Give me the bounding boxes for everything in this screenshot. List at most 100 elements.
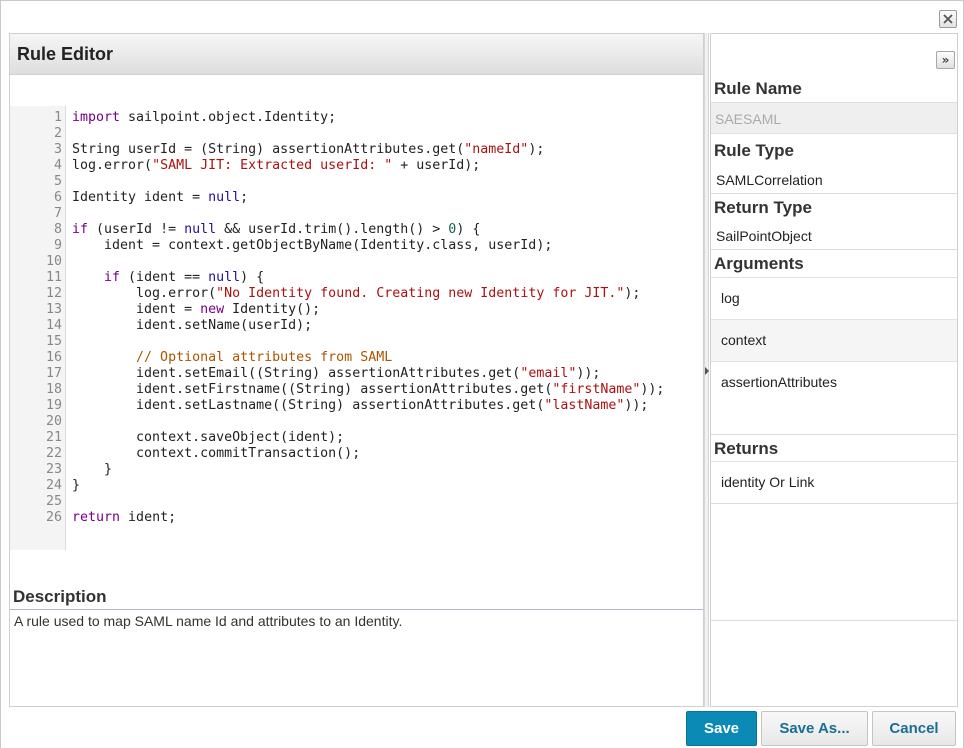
code-line[interactable]: 4 log.error("SAML JIT: Extracted userId: … <box>10 158 700 174</box>
code-line[interactable]: 20 <box>10 414 700 430</box>
code-token: (userId != <box>88 222 185 237</box>
code-line[interactable]: 25 <box>10 494 700 510</box>
rule-name-value: SAESAML <box>715 111 782 127</box>
dialog-footer: Save Save As... Cancel <box>1 707 963 748</box>
list-item: log <box>711 277 957 319</box>
code-token: "email" <box>520 366 577 381</box>
line-number: 20 <box>45 414 62 429</box>
code-line[interactable]: 21 context.saveObject(ident); <box>10 430 700 446</box>
triangle-right-icon[interactable] <box>705 367 709 375</box>
code-token: && userId.trim().length() > <box>216 222 449 237</box>
code-token: Identity(); <box>224 302 321 317</box>
divider <box>711 503 957 504</box>
code-token: } <box>72 478 81 493</box>
code-line[interactable]: 22 context.commitTransaction(); <box>10 446 700 462</box>
line-number: 5 <box>53 174 62 189</box>
line-number: 22 <box>45 446 62 461</box>
argument-name: assertionAttributes <box>721 374 837 390</box>
line-number: 11 <box>45 270 62 285</box>
code-line[interactable]: 7 <box>10 206 700 222</box>
code-token: )); <box>576 366 601 381</box>
line-number: 2 <box>53 126 62 141</box>
code-line[interactable]: 24} <box>10 478 700 494</box>
code-line[interactable]: 1 import sailpoint.object.Identity; <box>10 110 700 126</box>
argument-name: log <box>721 290 740 306</box>
code-text: } <box>72 478 80 494</box>
code-token: } <box>72 462 113 477</box>
code-line[interactable]: 19 ident.setLastname((String) assertionA… <box>10 398 700 414</box>
code-token: (ident == <box>120 270 209 285</box>
code-line[interactable]: 16 // Optional attributes from SAML <box>10 350 700 366</box>
code-line[interactable]: 5 <box>10 174 700 190</box>
code-editor[interactable]: 1 import sailpoint.object.Identity; 2 3 Stri… <box>10 106 703 550</box>
code-token: ident.setName(userId); <box>72 318 313 333</box>
list-item: identity Or Link <box>711 461 957 503</box>
code-token: )); <box>640 382 665 397</box>
line-number: 7 <box>53 206 62 221</box>
line-number: 8 <box>53 222 62 237</box>
rule-type-label: Rule Type <box>714 141 794 160</box>
description-label: Description <box>13 587 107 606</box>
line-number: 26 <box>45 510 62 525</box>
code-token: null <box>184 222 217 237</box>
code-line[interactable]: 23 } <box>10 462 700 478</box>
line-number: 1 <box>53 110 62 125</box>
code-token: if <box>104 270 121 285</box>
code-line[interactable]: 26 return ident; <box>10 510 700 526</box>
code-line[interactable]: 15 <box>10 334 700 350</box>
divider <box>711 620 957 621</box>
code-line[interactable]: 11 if (ident == null) { <box>10 270 700 286</box>
description-field[interactable]: A rule used to map SAML name Id and attr… <box>14 613 402 629</box>
code-line[interactable]: 13 ident = new Identity(); <box>10 302 700 318</box>
code-text: ident = new Identity(); <box>72 302 320 318</box>
double-chevron-right-icon[interactable]: » <box>936 51 955 69</box>
line-number: 23 <box>45 462 62 477</box>
line-number: 12 <box>45 286 62 301</box>
code-token: "SAML JIT: Extracted userId: " <box>152 158 393 173</box>
code-line[interactable]: 14 ident.setName(userId); <box>10 318 700 334</box>
code-text: ident.setName(userId); <box>72 318 312 334</box>
code-token: ) { <box>240 270 265 285</box>
save-button[interactable]: Save <box>686 711 757 746</box>
code-text: context.commitTransaction(); <box>72 446 360 462</box>
code-line[interactable]: 8 if (userId != null && userId.trim().len… <box>10 222 700 238</box>
code-text: } <box>72 462 112 478</box>
code-token: ident.setLastname((String) assertionAttr… <box>72 398 545 413</box>
list-item: assertionAttributes <box>711 361 957 403</box>
code-text: return ident; <box>72 510 176 526</box>
line-number: 15 <box>45 334 62 349</box>
code-token: // Optional attributes from SAML <box>72 350 393 365</box>
code-line[interactable]: 2 <box>10 126 700 142</box>
code-line[interactable]: 3 String userId = (String) assertionAttri… <box>10 142 700 158</box>
line-number: 14 <box>45 318 62 333</box>
save-as-button[interactable]: Save As... <box>761 711 868 746</box>
code-token: null <box>208 270 241 285</box>
code-text: ident.setEmail((String) assertionAttribu… <box>72 366 600 382</box>
line-number: 17 <box>45 366 62 381</box>
code-line[interactable]: 9 ident = context.getObjectByName(Identi… <box>10 238 700 254</box>
code-text: ident.setFirstname((String) assertionAtt… <box>72 382 664 398</box>
code-text: if (userId != null && userId.trim().leng… <box>72 222 480 238</box>
page-title: Rule Editor <box>17 44 114 64</box>
code-line[interactable]: 17 ident.setEmail((String) assertionAttr… <box>10 366 700 382</box>
close-button[interactable] <box>939 10 957 28</box>
code-token: context.saveObject(ident); <box>72 430 345 445</box>
line-number: 9 <box>53 238 62 253</box>
code-line[interactable]: 10 <box>10 254 700 270</box>
code-text: log.error("SAML JIT: Extracted userId: "… <box>72 158 480 174</box>
dialog-top-bar <box>1 1 963 33</box>
code-line[interactable]: 18 ident.setFirstname((String) assertion… <box>10 382 700 398</box>
code-line[interactable]: 12 log.error("No Identity found. Creatin… <box>10 286 700 302</box>
list-item: context <box>711 319 957 361</box>
code-token: ; <box>240 190 249 205</box>
line-number: 16 <box>45 350 62 365</box>
cancel-button[interactable]: Cancel <box>872 711 956 746</box>
rule-type-value: SAMLCorrelation <box>716 172 823 188</box>
line-number: 3 <box>53 142 62 157</box>
code-line[interactable]: 6 Identity ident = null; <box>10 190 700 206</box>
return-type-label: Return Type <box>714 198 812 217</box>
line-number: 18 <box>45 382 62 397</box>
code-token: ident = context.getObjectByName(Identity… <box>72 238 553 253</box>
panel-splitter[interactable] <box>704 33 709 707</box>
